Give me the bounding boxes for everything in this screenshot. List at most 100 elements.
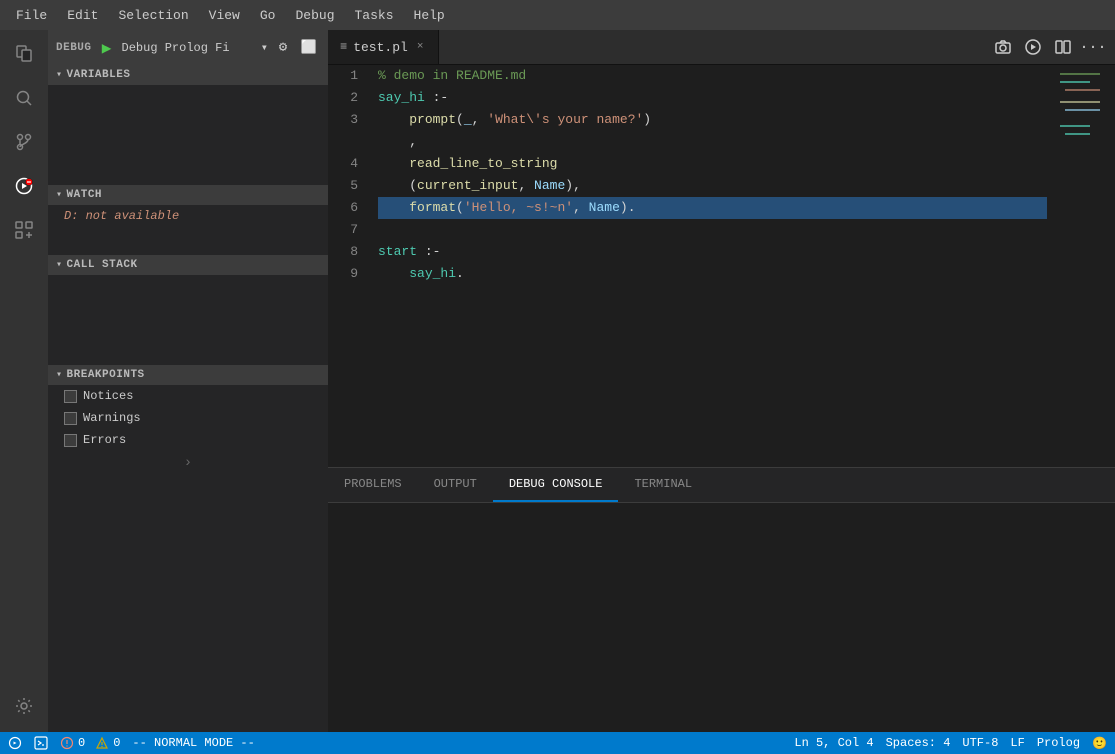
source-control-icon[interactable] — [4, 122, 44, 162]
bottom-panel: PROBLEMS OUTPUT DEBUG CONSOLE TERMINAL — [328, 467, 1115, 732]
code-line-3: prompt(_, 'What\'s your name?') — [378, 109, 1047, 131]
status-line-col[interactable]: Ln 5, Col 4 — [794, 736, 873, 750]
activity-bar — [0, 30, 48, 732]
bp-notices: Notices — [48, 385, 328, 407]
code-line-4b: (current_input, Name), — [378, 175, 1047, 197]
debug-config-dropdown: ▾ — [261, 40, 268, 55]
code-line-1: % demo in README.md — [378, 65, 1047, 87]
extensions-icon[interactable] — [4, 210, 44, 250]
code-line-5: format('Hello, ~s!~n', Name). — [378, 197, 1047, 219]
side-panel: DEBUG ▶ Debug Prolog Fi ▾ ⚙ ⬜ ▾ VARIABLE… — [48, 30, 328, 732]
code-line-2: say_hi :- — [378, 87, 1047, 109]
tab-actions: ··· — [989, 33, 1115, 61]
editor-area: ≡ test.pl × — [328, 30, 1115, 732]
breakpoints-label: BREAKPOINTS — [67, 369, 145, 381]
debug-play-button[interactable]: ▶ — [96, 37, 118, 59]
bp-warnings-label: Warnings — [83, 411, 141, 425]
code-line-4: read_line_to_string — [378, 153, 1047, 175]
code-line-7: start :- — [378, 241, 1047, 263]
editor-content[interactable]: 1 2 3 4 5 6 7 8 9 % demo in README.md sa… — [328, 65, 1115, 467]
debug-config-name: Debug Prolog Fi — [122, 41, 255, 55]
status-error-count: 0 — [78, 736, 85, 750]
debug-terminal-button[interactable]: ⬜ — [298, 37, 320, 59]
camera-icon[interactable] — [989, 33, 1017, 61]
variables-content — [48, 85, 328, 185]
main-layout: DEBUG ▶ Debug Prolog Fi ▾ ⚙ ⬜ ▾ VARIABLE… — [0, 30, 1115, 732]
more-actions-button[interactable]: ··· — [1079, 33, 1107, 61]
breakpoints-section-header[interactable]: ▾ BREAKPOINTS — [48, 365, 328, 385]
watch-arrow: ▾ — [56, 189, 63, 201]
call-stack-content — [48, 275, 328, 365]
status-spaces[interactable]: Spaces: 4 — [886, 736, 951, 750]
status-language[interactable]: Prolog — [1037, 736, 1080, 750]
panel-content[interactable] — [328, 503, 1115, 732]
minimap — [1055, 65, 1115, 467]
variables-section-header[interactable]: ▾ VARIABLES — [48, 65, 328, 85]
tab-close-button[interactable]: × — [414, 40, 427, 54]
bp-errors-label: Errors — [83, 433, 126, 447]
menu-tasks[interactable]: Tasks — [347, 6, 402, 25]
menu-go[interactable]: Go — [252, 6, 284, 25]
tab-debug-console[interactable]: DEBUG CONSOLE — [493, 468, 619, 502]
menu-file[interactable]: File — [8, 6, 55, 25]
code-line-8: say_hi. — [378, 263, 1047, 285]
breakpoints-arrow: ▾ — [56, 369, 63, 381]
status-vim-mode: -- NORMAL MODE -- — [132, 736, 254, 750]
tab-problems[interactable]: PROBLEMS — [328, 468, 418, 502]
status-bar: 0 0 -- NORMAL MODE -- Ln 5, Col 4 Spaces… — [0, 732, 1115, 754]
status-errors[interactable]: 0 0 — [60, 736, 120, 750]
code-line-6 — [378, 219, 1047, 241]
watch-content: D: not available — [48, 205, 328, 255]
editor-tab[interactable]: ≡ test.pl × — [328, 30, 439, 64]
status-warning-count: 0 — [113, 736, 120, 750]
bp-warnings-checkbox[interactable] — [64, 412, 77, 425]
status-debug-icon[interactable] — [8, 736, 22, 750]
bp-notices-label: Notices — [83, 389, 133, 403]
code-area[interactable]: % demo in README.md say_hi :- prompt(_, … — [370, 65, 1055, 467]
menu-view[interactable]: View — [201, 6, 248, 25]
split-editor-icon[interactable] — [1049, 33, 1077, 61]
breakpoints-content: Notices Warnings Errors — [48, 385, 328, 451]
tab-terminal[interactable]: TERMINAL — [618, 468, 708, 502]
bp-notices-checkbox[interactable] — [64, 390, 77, 403]
debug-label: DEBUG — [56, 42, 92, 54]
watch-item: D: not available — [48, 205, 328, 227]
debug-toolbar: DEBUG ▶ Debug Prolog Fi ▾ ⚙ ⬜ — [48, 30, 328, 65]
run-icon[interactable] — [1019, 33, 1047, 61]
menu-edit[interactable]: Edit — [59, 6, 106, 25]
tab-bar: ≡ test.pl × — [328, 30, 1115, 65]
status-terminal-icon[interactable] — [34, 736, 48, 750]
debug-gear-button[interactable]: ⚙ — [272, 37, 294, 59]
menubar: File Edit Selection View Go Debug Tasks … — [0, 0, 1115, 30]
status-smiley[interactable]: 🙂 — [1092, 736, 1107, 751]
status-encoding[interactable]: UTF-8 — [962, 736, 998, 750]
watch-section-header[interactable]: ▾ WATCH — [48, 185, 328, 205]
panel-scroll-down[interactable]: › — [48, 451, 328, 475]
line-numbers: 1 2 3 4 5 6 7 8 9 — [328, 65, 370, 467]
variables-arrow: ▾ — [56, 69, 63, 81]
tab-file-icon: ≡ — [340, 40, 347, 54]
files-icon[interactable] — [4, 34, 44, 74]
editor-panel-container: 1 2 3 4 5 6 7 8 9 % demo in README.md sa… — [328, 65, 1115, 732]
bp-warnings: Warnings — [48, 407, 328, 429]
call-stack-label: CALL STACK — [67, 259, 138, 271]
menu-selection[interactable]: Selection — [110, 6, 196, 25]
tab-filename: test.pl — [353, 40, 408, 55]
watch-label: WATCH — [67, 189, 103, 201]
status-line-ending[interactable]: LF — [1010, 736, 1024, 750]
code-line-9 — [378, 285, 1047, 307]
menu-help[interactable]: Help — [406, 6, 453, 25]
code-line-3b: , — [378, 131, 1047, 153]
tab-output[interactable]: OUTPUT — [418, 468, 493, 502]
variables-label: VARIABLES — [67, 69, 131, 81]
search-icon[interactable] — [4, 78, 44, 118]
settings-icon[interactable] — [4, 686, 44, 726]
call-stack-section-header[interactable]: ▾ CALL STACK — [48, 255, 328, 275]
run-debug-icon[interactable] — [4, 166, 44, 206]
status-vim-mode-text: -- NORMAL MODE -- — [132, 736, 254, 750]
bp-errors: Errors — [48, 429, 328, 451]
call-stack-arrow: ▾ — [56, 259, 63, 271]
panel-tabs: PROBLEMS OUTPUT DEBUG CONSOLE TERMINAL — [328, 468, 1115, 503]
bp-errors-checkbox[interactable] — [64, 434, 77, 447]
menu-debug[interactable]: Debug — [287, 6, 342, 25]
